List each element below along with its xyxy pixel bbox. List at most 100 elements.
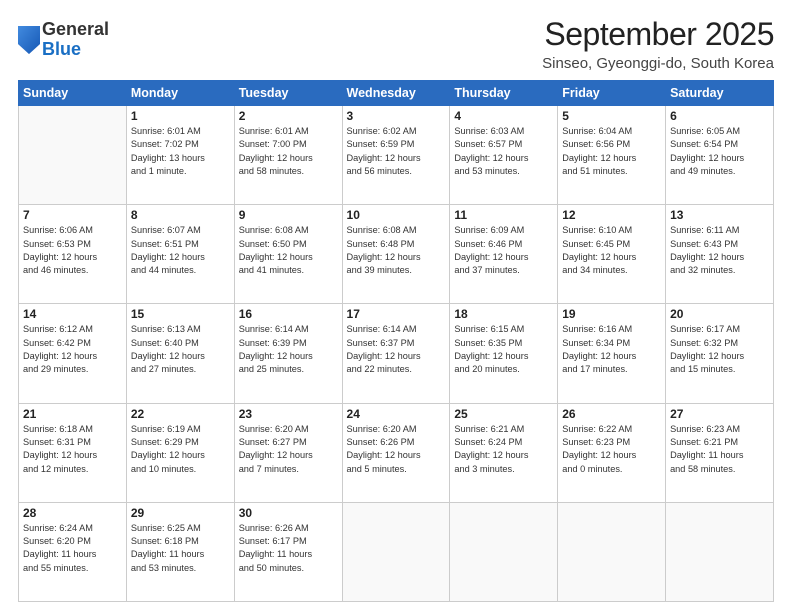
calendar-cell: 21Sunrise: 6:18 AM Sunset: 6:31 PM Dayli… [19,403,127,502]
calendar-cell: 18 Sunrise: 6:15 AM Sunset: 6:35 PM Dayli… [450,304,558,403]
calendar-cell: 28 Sunrise: 6:24 AM Sunset: 6:20 PM Dayli… [19,502,127,601]
calendar-cell [19,106,127,205]
day-number: 8 [131,208,230,222]
day-number: 19 [562,307,661,321]
sun-info: Sunrise: 6:07 AM Sunset: 6:51 PM Dayligh… [131,224,230,277]
sun-info: Sunrise: 6:26 AM Sunset: 6:17 PM Dayligh… [239,522,338,575]
calendar-cell [558,502,666,601]
calendar-cell: 5 Sunrise: 6:04 AM Sunset: 6:56 PM Daylig… [558,106,666,205]
sun-info: Sunrise: 6:04 AM Sunset: 6:56 PM Dayligh… [562,125,661,178]
sun-info: Sunrise: 6:20 AM Sunset: 6:26 PM Dayligh… [347,423,446,476]
sun-info: Sunrise: 6:17 AM Sunset: 6:32 PM Dayligh… [670,323,769,376]
logo-icon [18,26,40,54]
calendar-cell: 7 Sunrise: 6:06 AM Sunset: 6:53 PM Daylig… [19,205,127,304]
day-number: 11 [454,208,553,222]
day-number: 14 [23,307,122,321]
sun-info: Sunrise: 6:15 AM Sunset: 6:35 PM Dayligh… [454,323,553,376]
day-number: 27 [670,407,769,421]
calendar-cell: 29 Sunrise: 6:25 AM Sunset: 6:18 PM Dayli… [126,502,234,601]
day-number: 5 [562,109,661,123]
calendar-cell: 19 Sunrise: 6:16 AM Sunset: 6:34 PM Dayli… [558,304,666,403]
calendar-week-row: 7 Sunrise: 6:06 AM Sunset: 6:53 PM Daylig… [19,205,774,304]
sun-info: Sunrise: 6:08 AM Sunset: 6:50 PM Dayligh… [239,224,338,277]
sun-info: Sunrise: 6:18 AM Sunset: 6:31 PM Dayligh… [23,423,122,476]
sun-info: Sunrise: 6:14 AM Sunset: 6:39 PM Dayligh… [239,323,338,376]
calendar-cell: 23 Sunrise: 6:20 AM Sunset: 6:27 PM Dayli… [234,403,342,502]
day-number: 26 [562,407,661,421]
location: Sinseo, Gyeonggi-do, South Korea [542,55,774,72]
sun-info: Sunrise: 6:13 AM Sunset: 6:40 PM Dayligh… [131,323,230,376]
header: General Blue September 2025 Sinseo, Gyeo… [18,16,774,72]
day-number: 22 [131,407,230,421]
calendar-day-header: Monday [126,81,234,106]
day-number: 23 [239,407,338,421]
title-block: September 2025 Sinseo, Gyeonggi-do, Sout… [542,16,774,72]
calendar-cell: 25 Sunrise: 6:21 AM Sunset: 6:24 PM Dayli… [450,403,558,502]
sun-info: Sunrise: 6:20 AM Sunset: 6:27 PM Dayligh… [239,423,338,476]
logo-blue: Blue [42,40,109,60]
calendar-cell: 20 Sunrise: 6:17 AM Sunset: 6:32 PM Dayli… [666,304,774,403]
sun-info: Sunrise: 6:11 AM Sunset: 6:43 PM Dayligh… [670,224,769,277]
calendar-cell: 9Sunrise: 6:08 AM Sunset: 6:50 PM Daylig… [234,205,342,304]
sun-info: Sunrise: 6:25 AM Sunset: 6:18 PM Dayligh… [131,522,230,575]
calendar-cell: 8 Sunrise: 6:07 AM Sunset: 6:51 PM Daylig… [126,205,234,304]
sun-info: Sunrise: 6:14 AM Sunset: 6:37 PM Dayligh… [347,323,446,376]
day-number: 16 [239,307,338,321]
calendar-cell: 27Sunrise: 6:23 AM Sunset: 6:21 PM Dayli… [666,403,774,502]
calendar-day-header: Friday [558,81,666,106]
calendar-week-row: 21Sunrise: 6:18 AM Sunset: 6:31 PM Dayli… [19,403,774,502]
calendar-table: SundayMondayTuesdayWednesdayThursdayFrid… [18,80,774,602]
calendar-cell: 2Sunrise: 6:01 AM Sunset: 7:00 PM Daylig… [234,106,342,205]
calendar-cell: 17 Sunrise: 6:14 AM Sunset: 6:37 PM Dayli… [342,304,450,403]
calendar-week-row: 14 Sunrise: 6:12 AM Sunset: 6:42 PM Dayli… [19,304,774,403]
calendar-day-header: Sunday [19,81,127,106]
day-number: 4 [454,109,553,123]
calendar-cell: 24 Sunrise: 6:20 AM Sunset: 6:26 PM Dayli… [342,403,450,502]
calendar-cell: 4Sunrise: 6:03 AM Sunset: 6:57 PM Daylig… [450,106,558,205]
sun-info: Sunrise: 6:12 AM Sunset: 6:42 PM Dayligh… [23,323,122,376]
sun-info: Sunrise: 6:19 AM Sunset: 6:29 PM Dayligh… [131,423,230,476]
day-number: 17 [347,307,446,321]
day-number: 1 [131,109,230,123]
sun-info: Sunrise: 6:01 AM Sunset: 7:02 PM Dayligh… [131,125,230,178]
calendar-cell: 15Sunrise: 6:13 AM Sunset: 6:40 PM Dayli… [126,304,234,403]
sun-info: Sunrise: 6:16 AM Sunset: 6:34 PM Dayligh… [562,323,661,376]
sun-info: Sunrise: 6:01 AM Sunset: 7:00 PM Dayligh… [239,125,338,178]
calendar-cell [342,502,450,601]
day-number: 7 [23,208,122,222]
sun-info: Sunrise: 6:21 AM Sunset: 6:24 PM Dayligh… [454,423,553,476]
calendar-cell: 13 Sunrise: 6:11 AM Sunset: 6:43 PM Dayli… [666,205,774,304]
calendar-cell: 30Sunrise: 6:26 AM Sunset: 6:17 PM Dayli… [234,502,342,601]
day-number: 18 [454,307,553,321]
sun-info: Sunrise: 6:22 AM Sunset: 6:23 PM Dayligh… [562,423,661,476]
calendar-cell: 12Sunrise: 6:10 AM Sunset: 6:45 PM Dayli… [558,205,666,304]
calendar-cell: 3Sunrise: 6:02 AM Sunset: 6:59 PM Daylig… [342,106,450,205]
day-number: 28 [23,506,122,520]
logo-text: General Blue [42,20,109,60]
month-title: September 2025 [542,16,774,53]
day-number: 29 [131,506,230,520]
day-number: 13 [670,208,769,222]
calendar-day-header: Thursday [450,81,558,106]
calendar-day-header: Saturday [666,81,774,106]
calendar-header-row: SundayMondayTuesdayWednesdayThursdayFrid… [19,81,774,106]
sun-info: Sunrise: 6:06 AM Sunset: 6:53 PM Dayligh… [23,224,122,277]
logo: General Blue [18,20,109,60]
day-number: 12 [562,208,661,222]
day-number: 10 [347,208,446,222]
calendar-day-header: Tuesday [234,81,342,106]
calendar-cell: 1 Sunrise: 6:01 AM Sunset: 7:02 PM Daylig… [126,106,234,205]
day-number: 20 [670,307,769,321]
sun-info: Sunrise: 6:09 AM Sunset: 6:46 PM Dayligh… [454,224,553,277]
calendar-cell: 22 Sunrise: 6:19 AM Sunset: 6:29 PM Dayli… [126,403,234,502]
day-number: 25 [454,407,553,421]
calendar-cell: 26 Sunrise: 6:22 AM Sunset: 6:23 PM Dayli… [558,403,666,502]
sun-info: Sunrise: 6:05 AM Sunset: 6:54 PM Dayligh… [670,125,769,178]
day-number: 3 [347,109,446,123]
sun-info: Sunrise: 6:24 AM Sunset: 6:20 PM Dayligh… [23,522,122,575]
sun-info: Sunrise: 6:08 AM Sunset: 6:48 PM Dayligh… [347,224,446,277]
page: General Blue September 2025 Sinseo, Gyeo… [0,0,792,612]
day-number: 24 [347,407,446,421]
calendar-cell [450,502,558,601]
calendar-cell: 6Sunrise: 6:05 AM Sunset: 6:54 PM Daylig… [666,106,774,205]
